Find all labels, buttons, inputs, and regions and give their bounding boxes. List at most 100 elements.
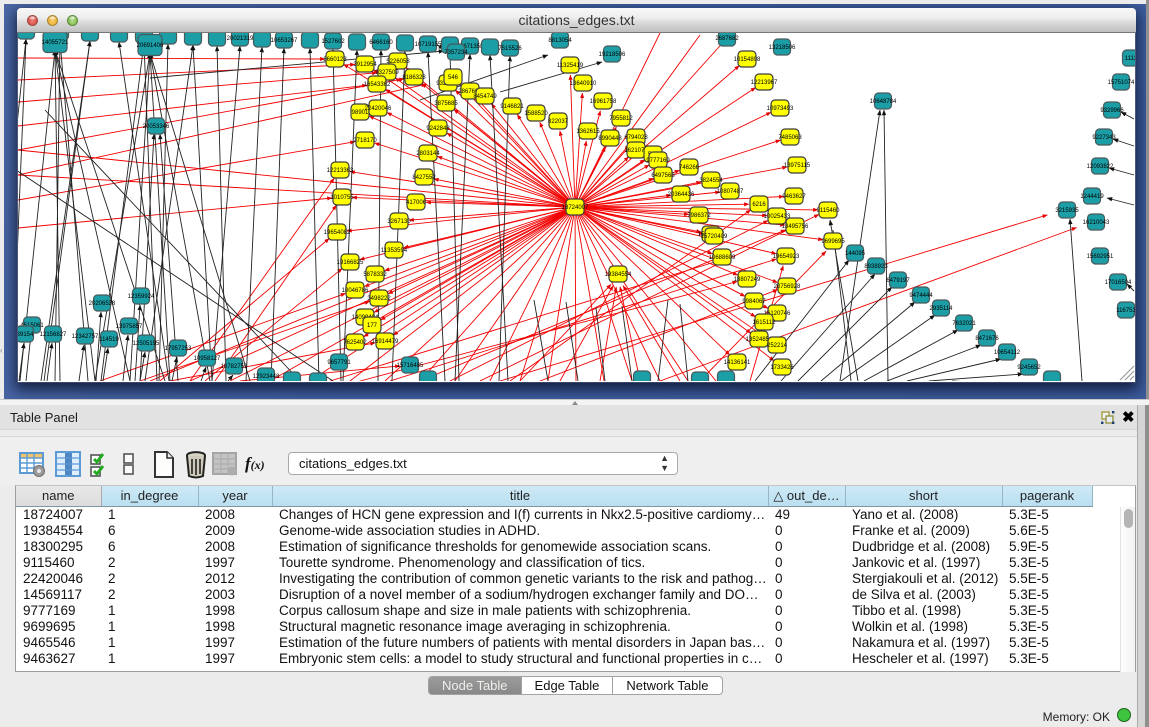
- svg-text:2935114: 2935114: [930, 306, 954, 312]
- svg-text:14055721: 14055721: [42, 40, 69, 46]
- svg-text:10046786: 10046786: [342, 288, 369, 294]
- svg-text:746266: 746266: [679, 165, 700, 171]
- svg-text:8990448: 8990448: [598, 136, 622, 142]
- svg-text:6216: 6216: [752, 202, 766, 208]
- svg-text:3498222: 3498222: [367, 296, 391, 302]
- svg-text:2803144: 2803144: [416, 151, 440, 157]
- svg-text:1527602: 1527602: [321, 39, 345, 45]
- svg-text:16210043: 16210043: [1083, 220, 1110, 226]
- svg-text:13975115: 13975115: [784, 163, 811, 169]
- svg-text:7357234: 7357234: [444, 50, 468, 56]
- svg-text:3267130: 3267130: [387, 219, 411, 225]
- svg-text:1733426: 1733426: [770, 365, 794, 371]
- svg-text:12342757: 12342757: [72, 334, 99, 340]
- svg-text:9984067: 9984067: [742, 299, 766, 305]
- svg-text:1244419: 1244419: [1080, 194, 1104, 200]
- svg-text:10782759: 10782759: [221, 364, 248, 370]
- svg-text:20021319: 20021319: [227, 36, 254, 42]
- svg-text:417006: 417006: [406, 200, 427, 206]
- svg-text:6466160: 6466160: [369, 40, 393, 46]
- svg-text:22420046: 22420046: [365, 106, 392, 112]
- svg-text:13640910: 13640910: [570, 81, 597, 87]
- svg-text:16961758: 16961758: [590, 99, 617, 105]
- svg-text:2718170: 2718170: [353, 138, 377, 144]
- svg-text:9242848: 9242848: [426, 126, 450, 132]
- svg-text:10648784: 10648784: [870, 99, 897, 105]
- svg-text:13495756: 13495756: [782, 224, 809, 230]
- svg-text:1588520: 1588520: [524, 111, 548, 117]
- svg-text:15720409: 15720409: [701, 234, 728, 240]
- svg-text:17957253: 17957253: [165, 346, 192, 352]
- svg-text:17016504: 17016504: [1105, 280, 1132, 286]
- svg-text:9115460: 9115460: [817, 208, 841, 214]
- svg-text:1362615: 1362615: [576, 129, 600, 135]
- svg-text:8186328: 8186328: [402, 75, 426, 81]
- svg-text:9699695: 9699695: [821, 239, 845, 245]
- svg-text:20364436: 20364436: [668, 192, 695, 198]
- svg-text:19166825: 19166825: [337, 260, 364, 266]
- svg-text:12213967: 12213967: [751, 80, 778, 86]
- svg-text:12359924: 12359924: [128, 294, 155, 300]
- svg-text:252214: 252214: [767, 343, 788, 349]
- svg-text:3824554: 3824554: [699, 178, 723, 184]
- svg-text:7625402: 7625402: [343, 340, 367, 346]
- svg-text:177: 177: [367, 323, 378, 329]
- svg-text:8660123: 8660123: [323, 57, 347, 63]
- svg-text:9657791: 9657791: [327, 360, 351, 366]
- svg-text:9463627: 9463627: [782, 194, 806, 200]
- svg-text:10654112: 10654112: [994, 350, 1021, 356]
- svg-text:546: 546: [448, 75, 459, 81]
- svg-text:19654923: 19654923: [773, 254, 800, 260]
- svg-text:6497568: 6497568: [651, 173, 675, 179]
- svg-text:6794028: 6794028: [624, 135, 648, 141]
- svg-text:1112: 1112: [1125, 56, 1135, 62]
- svg-text:7485063: 7485063: [778, 135, 802, 141]
- svg-text:1615112: 1615112: [753, 320, 777, 326]
- svg-text:10719155: 10719155: [415, 42, 442, 48]
- svg-text:13218506: 13218506: [769, 45, 796, 51]
- svg-text:12093822: 12093822: [1087, 164, 1114, 170]
- svg-text:9146821: 9146821: [500, 104, 524, 110]
- svg-text:12213363: 12213363: [327, 168, 354, 174]
- svg-text:6479197: 6479197: [886, 278, 910, 284]
- svg-text:10688609: 10688609: [709, 255, 736, 261]
- svg-text:2687682: 2687682: [715, 36, 739, 42]
- svg-text:12923448: 12923448: [253, 374, 280, 380]
- svg-text:20691406: 20691406: [137, 43, 164, 49]
- svg-text:9327509: 9327509: [375, 70, 399, 76]
- svg-text:9777169: 9777169: [646, 158, 670, 164]
- svg-text:39154: 39154: [18, 332, 34, 338]
- svg-text:18724007: 18724007: [562, 205, 589, 211]
- svg-text:8471676: 8471676: [975, 336, 999, 342]
- svg-text:10807487: 10807487: [717, 189, 744, 195]
- svg-text:19218506: 19218506: [599, 52, 626, 58]
- svg-text:10973493: 10973493: [767, 106, 794, 112]
- svg-text:16543362: 16543362: [364, 82, 391, 88]
- svg-text:8454749: 8454749: [473, 94, 497, 100]
- svg-text:20053346: 20053346: [143, 124, 170, 130]
- svg-text:13975857: 13975857: [116, 324, 143, 330]
- svg-text:116753: 116753: [1116, 308, 1135, 314]
- svg-text:15751074: 15751074: [1108, 80, 1135, 86]
- svg-text:7986372: 7986372: [687, 213, 711, 219]
- svg-text:14136141: 14136141: [724, 360, 751, 366]
- svg-text:9329966: 9329966: [1100, 108, 1124, 114]
- svg-text:3875685: 3875685: [434, 101, 458, 107]
- svg-text:9227343: 9227343: [1092, 135, 1116, 141]
- svg-text:3215935: 3215935: [1055, 208, 1079, 214]
- svg-text:18807249: 18807249: [734, 277, 761, 283]
- svg-text:12156827: 12156827: [40, 332, 67, 338]
- svg-text:7515526: 7515526: [498, 46, 522, 52]
- svg-text:10653267: 10653267: [271, 38, 298, 44]
- svg-text:8938923: 8938923: [864, 264, 888, 270]
- svg-text:11353594: 11353594: [381, 248, 408, 254]
- svg-text:9474444: 9474444: [909, 293, 933, 299]
- svg-text:15716485: 15716485: [397, 363, 424, 369]
- svg-text:9245652: 9245652: [1017, 365, 1041, 371]
- svg-text:822037: 822037: [548, 119, 569, 125]
- svg-text:5878332: 5878332: [363, 272, 387, 278]
- svg-text:11325419: 11325419: [557, 63, 584, 69]
- svg-text:3912954: 3912954: [353, 62, 377, 68]
- svg-text:1010755: 1010755: [330, 195, 354, 201]
- svg-text:20756928: 20756928: [774, 284, 801, 290]
